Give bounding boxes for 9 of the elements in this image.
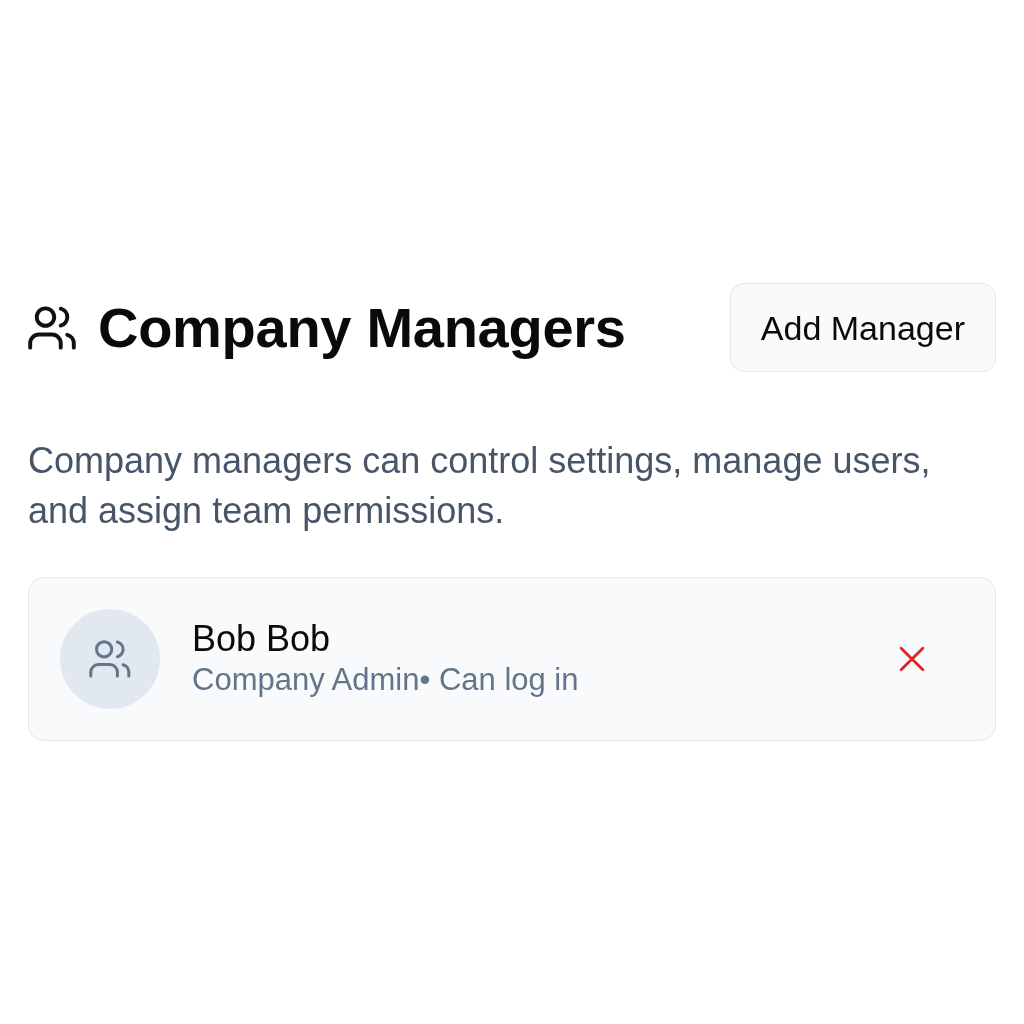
avatar-users-icon xyxy=(60,609,160,709)
add-manager-button[interactable]: Add Manager xyxy=(729,283,996,372)
remove-button[interactable] xyxy=(899,646,925,672)
manager-name: Bob Bob xyxy=(192,617,332,661)
users-icon xyxy=(28,305,76,350)
close-icon xyxy=(899,646,925,672)
description-text: Company managers can control settings, manage users, and assign team permissions. xyxy=(28,439,932,533)
manager-role-status: Company Admin• Can log in xyxy=(192,661,580,700)
page-title: Company Managers xyxy=(98,296,626,359)
